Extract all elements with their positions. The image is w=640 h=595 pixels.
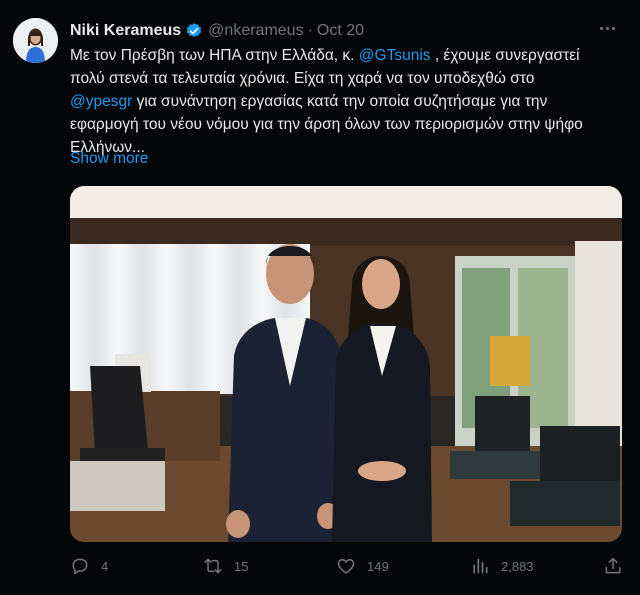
analytics-icon: [470, 556, 490, 576]
author-handle[interactable]: @nkerameus: [208, 22, 303, 40]
reply-count: 4: [101, 558, 109, 574]
tweet-text-line-5: Ελλήνων...: [70, 139, 145, 156]
tweet-card[interactable]: Niki Kerameus @nkerameus · Oct 20 Με τον…: [0, 0, 640, 595]
like-count: 149: [367, 558, 389, 574]
retweet-action[interactable]: 15: [203, 553, 248, 579]
tweet-text-line-3: @ypesgr για συνάντηση εργασίας κατά την …: [70, 90, 630, 113]
show-more-link[interactable]: Show more: [70, 150, 148, 168]
author-name[interactable]: Niki Kerameus: [70, 22, 181, 40]
reply-icon: [70, 556, 90, 576]
views-count: 2,883: [501, 558, 534, 574]
heart-icon: [336, 556, 356, 576]
views-action[interactable]: 2,883: [470, 553, 534, 579]
tweet-text-line-1: Με τον Πρέσβη των ΗΠΑ στην Ελλάδα, κ. @G…: [70, 44, 630, 67]
tweet-photo[interactable]: [70, 186, 622, 542]
verified-badge-icon: [185, 22, 203, 40]
retweet-icon: [203, 556, 223, 576]
reply-action[interactable]: 4: [70, 553, 108, 579]
share-action[interactable]: [603, 553, 634, 579]
tweet-text-line-1-suffix: , έχουμε συνεργαστεί: [430, 47, 580, 64]
header-separator: ·: [307, 22, 313, 39]
tweet-date[interactable]: Oct 20: [317, 22, 364, 40]
retweet-count: 15: [234, 558, 249, 574]
tweet-actions: 4 15 149 2,883: [70, 553, 630, 579]
more-options-icon[interactable]: [600, 22, 620, 34]
like-action[interactable]: 149: [336, 553, 389, 579]
tweet-text-line-1-prefix: Με τον Πρέσβη των ΗΠΑ στην Ελλάδα, κ.: [70, 47, 359, 64]
mention-gtsunis[interactable]: @GTsunis: [359, 47, 431, 64]
tweet-text-line-4: εφαρμογή του νέου νόμου για την άρση όλω…: [70, 116, 583, 133]
tweet-header: Niki Kerameus @nkerameus · Oct 20: [70, 20, 364, 42]
avatar[interactable]: [13, 18, 58, 63]
tweet-text-line-3-suffix: για συνάντηση εργασίας κατά την οποία συ…: [132, 93, 548, 110]
tweet-text-line-2: πολύ στενά τα τελευταία χρόνια. Είχα τη …: [70, 70, 535, 87]
tweet-text: Με τον Πρέσβη των ΗΠΑ στην Ελλάδα, κ. @G…: [70, 44, 630, 159]
share-icon: [603, 556, 623, 576]
mention-ypesgr[interactable]: @ypesgr: [70, 93, 132, 110]
